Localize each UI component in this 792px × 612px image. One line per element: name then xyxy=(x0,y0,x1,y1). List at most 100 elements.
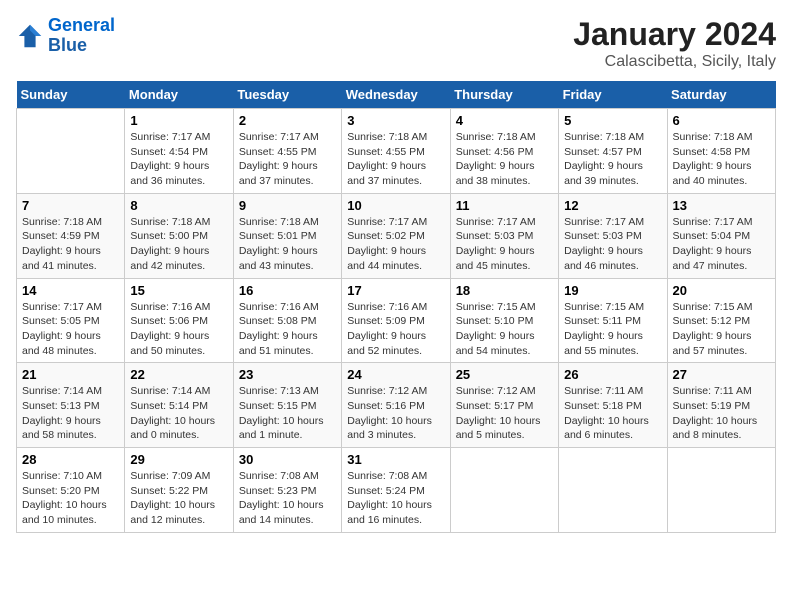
day-number: 14 xyxy=(22,283,119,298)
calendar-cell xyxy=(450,448,558,533)
calendar-week-1: 1 Sunrise: 7:17 AMSunset: 4:54 PMDaylight… xyxy=(17,109,776,194)
day-info: Sunrise: 7:18 AMSunset: 4:55 PMDaylight:… xyxy=(347,130,444,189)
calendar-week-4: 21 Sunrise: 7:14 AMSunset: 5:13 PMDayligh… xyxy=(17,363,776,448)
day-info: Sunrise: 7:18 AMSunset: 5:01 PMDaylight:… xyxy=(239,215,336,274)
day-header-saturday: Saturday xyxy=(667,81,775,109)
calendar-cell: 3 Sunrise: 7:18 AMSunset: 4:55 PMDaylight… xyxy=(342,109,450,194)
day-info: Sunrise: 7:08 AMSunset: 5:24 PMDaylight:… xyxy=(347,469,444,528)
calendar-cell xyxy=(17,109,125,194)
calendar-cell: 26Sunrise: 7:11 AMSunset: 5:18 PMDayligh… xyxy=(559,363,667,448)
day-number: 27 xyxy=(673,367,770,382)
calendar-cell: 23 Sunrise: 7:13 AMSunset: 5:15 PMDayligh… xyxy=(233,363,341,448)
calendar-cell: 28Sunrise: 7:10 AMSunset: 5:20 PMDayligh… xyxy=(17,448,125,533)
calendar-cell: 13 Sunrise: 7:17 AMSunset: 5:04 PMDayligh… xyxy=(667,193,775,278)
day-info: Sunrise: 7:17 AMSunset: 5:03 PMDaylight:… xyxy=(456,215,553,274)
day-number: 22 xyxy=(130,367,227,382)
day-info: Sunrise: 7:17 AMSunset: 5:05 PMDaylight:… xyxy=(22,300,119,359)
day-info: Sunrise: 7:18 AMSunset: 4:57 PMDaylight:… xyxy=(564,130,661,189)
day-number: 5 xyxy=(564,113,661,128)
calendar-cell: 4 Sunrise: 7:18 AMSunset: 4:56 PMDaylight… xyxy=(450,109,558,194)
day-header-thursday: Thursday xyxy=(450,81,558,109)
day-info: Sunrise: 7:16 AMSunset: 5:09 PMDaylight:… xyxy=(347,300,444,359)
logo-text: General Blue xyxy=(48,16,115,56)
day-number: 2 xyxy=(239,113,336,128)
day-info: Sunrise: 7:18 AMSunset: 4:59 PMDaylight:… xyxy=(22,215,119,274)
page-header: General Blue January 2024 Calascibetta, … xyxy=(16,16,776,71)
day-number: 3 xyxy=(347,113,444,128)
day-number: 21 xyxy=(22,367,119,382)
day-header-tuesday: Tuesday xyxy=(233,81,341,109)
day-header-friday: Friday xyxy=(559,81,667,109)
day-number: 29 xyxy=(130,452,227,467)
calendar-cell: 10 Sunrise: 7:17 AMSunset: 5:02 PMDayligh… xyxy=(342,193,450,278)
calendar-cell: 22 Sunrise: 7:14 AMSunset: 5:14 PMDayligh… xyxy=(125,363,233,448)
day-number: 8 xyxy=(130,198,227,213)
day-info: Sunrise: 7:11 AMSunset: 5:19 PMDaylight:… xyxy=(673,384,770,443)
day-info: Sunrise: 7:17 AMSunset: 5:04 PMDaylight:… xyxy=(673,215,770,274)
day-number: 18 xyxy=(456,283,553,298)
calendar-cell: 17 Sunrise: 7:16 AMSunset: 5:09 PMDayligh… xyxy=(342,278,450,363)
calendar-week-2: 7 Sunrise: 7:18 AMSunset: 4:59 PMDaylight… xyxy=(17,193,776,278)
day-info: Sunrise: 7:17 AMSunset: 5:03 PMDaylight:… xyxy=(564,215,661,274)
day-number: 31 xyxy=(347,452,444,467)
calendar-cell: 19 Sunrise: 7:15 AMSunset: 5:11 PMDayligh… xyxy=(559,278,667,363)
calendar-cell: 2Sunrise: 7:17 AMSunset: 4:55 PMDaylight… xyxy=(233,109,341,194)
calendar-cell: 25Sunrise: 7:12 AMSunset: 5:17 PMDayligh… xyxy=(450,363,558,448)
day-number: 7 xyxy=(22,198,119,213)
calendar-cell: 14 Sunrise: 7:17 AMSunset: 5:05 PMDayligh… xyxy=(17,278,125,363)
day-number: 24 xyxy=(347,367,444,382)
day-info: Sunrise: 7:13 AMSunset: 5:15 PMDaylight:… xyxy=(239,384,336,443)
day-info: Sunrise: 7:17 AMSunset: 5:02 PMDaylight:… xyxy=(347,215,444,274)
day-info: Sunrise: 7:16 AMSunset: 5:08 PMDaylight:… xyxy=(239,300,336,359)
day-info: Sunrise: 7:14 AMSunset: 5:14 PMDaylight:… xyxy=(130,384,227,443)
calendar-cell: 1 Sunrise: 7:17 AMSunset: 4:54 PMDaylight… xyxy=(125,109,233,194)
calendar-body: 1 Sunrise: 7:17 AMSunset: 4:54 PMDaylight… xyxy=(17,109,776,533)
calendar-cell: 8 Sunrise: 7:18 AMSunset: 5:00 PMDaylight… xyxy=(125,193,233,278)
day-info: Sunrise: 7:16 AMSunset: 5:06 PMDaylight:… xyxy=(130,300,227,359)
calendar-cell: 18 Sunrise: 7:15 AMSunset: 5:10 PMDayligh… xyxy=(450,278,558,363)
calendar-cell: 24 Sunrise: 7:12 AMSunset: 5:16 PMDayligh… xyxy=(342,363,450,448)
day-header-wednesday: Wednesday xyxy=(342,81,450,109)
day-number: 30 xyxy=(239,452,336,467)
day-header-sunday: Sunday xyxy=(17,81,125,109)
day-info: Sunrise: 7:15 AMSunset: 5:10 PMDaylight:… xyxy=(456,300,553,359)
day-info: Sunrise: 7:15 AMSunset: 5:12 PMDaylight:… xyxy=(673,300,770,359)
day-number: 10 xyxy=(347,198,444,213)
day-info: Sunrise: 7:18 AMSunset: 4:58 PMDaylight:… xyxy=(673,130,770,189)
calendar-cell: 9 Sunrise: 7:18 AMSunset: 5:01 PMDaylight… xyxy=(233,193,341,278)
calendar-cell: 31 Sunrise: 7:08 AMSunset: 5:24 PMDayligh… xyxy=(342,448,450,533)
calendar-cell: 15 Sunrise: 7:16 AMSunset: 5:06 PMDayligh… xyxy=(125,278,233,363)
day-number: 23 xyxy=(239,367,336,382)
calendar-cell: 11Sunrise: 7:17 AMSunset: 5:03 PMDayligh… xyxy=(450,193,558,278)
day-number: 4 xyxy=(456,113,553,128)
day-number: 15 xyxy=(130,283,227,298)
calendar-week-3: 14 Sunrise: 7:17 AMSunset: 5:05 PMDayligh… xyxy=(17,278,776,363)
calendar-cell xyxy=(559,448,667,533)
day-info: Sunrise: 7:17 AMSunset: 4:54 PMDaylight:… xyxy=(130,130,227,189)
day-info: Sunrise: 7:11 AMSunset: 5:18 PMDaylight:… xyxy=(564,384,661,443)
calendar-table: SundayMondayTuesdayWednesdayThursdayFrid… xyxy=(16,81,776,533)
day-info: Sunrise: 7:09 AMSunset: 5:22 PMDaylight:… xyxy=(130,469,227,528)
calendar-cell: 6 Sunrise: 7:18 AMSunset: 4:58 PMDaylight… xyxy=(667,109,775,194)
day-number: 17 xyxy=(347,283,444,298)
calendar-cell: 5 Sunrise: 7:18 AMSunset: 4:57 PMDaylight… xyxy=(559,109,667,194)
calendar-cell: 16Sunrise: 7:16 AMSunset: 5:08 PMDayligh… xyxy=(233,278,341,363)
day-number: 6 xyxy=(673,113,770,128)
day-number: 19 xyxy=(564,283,661,298)
calendar-subtitle: Calascibetta, Sicily, Italy xyxy=(573,53,776,71)
calendar-cell xyxy=(667,448,775,533)
day-number: 9 xyxy=(239,198,336,213)
day-info: Sunrise: 7:14 AMSunset: 5:13 PMDaylight:… xyxy=(22,384,119,443)
day-info: Sunrise: 7:12 AMSunset: 5:16 PMDaylight:… xyxy=(347,384,444,443)
day-number: 13 xyxy=(673,198,770,213)
calendar-cell: 12 Sunrise: 7:17 AMSunset: 5:03 PMDayligh… xyxy=(559,193,667,278)
day-info: Sunrise: 7:18 AMSunset: 4:56 PMDaylight:… xyxy=(456,130,553,189)
logo-icon xyxy=(16,22,44,50)
day-number: 12 xyxy=(564,198,661,213)
day-number: 1 xyxy=(130,113,227,128)
day-info: Sunrise: 7:15 AMSunset: 5:11 PMDaylight:… xyxy=(564,300,661,359)
day-info: Sunrise: 7:08 AMSunset: 5:23 PMDaylight:… xyxy=(239,469,336,528)
calendar-header: SundayMondayTuesdayWednesdayThursdayFrid… xyxy=(17,81,776,109)
day-info: Sunrise: 7:18 AMSunset: 5:00 PMDaylight:… xyxy=(130,215,227,274)
logo: General Blue xyxy=(16,16,115,56)
